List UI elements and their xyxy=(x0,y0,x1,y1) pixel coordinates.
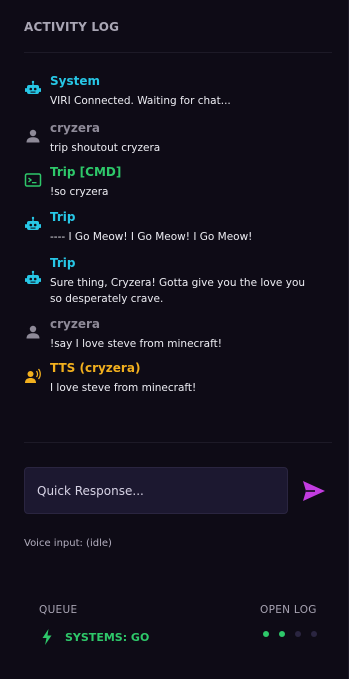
queue-label[interactable]: QUEUE xyxy=(39,604,77,616)
quick-response-input[interactable] xyxy=(24,467,288,514)
log-message: Sure thing, Cryzera! Gotta give you the … xyxy=(50,277,306,305)
log-message: VIRI Connected. Waiting for chat... xyxy=(50,95,231,107)
activity-log-panel: ACTIVITY LOG System VIRI Connected. Wait… xyxy=(0,0,349,679)
log-message: !say I love steve from minecraft! xyxy=(50,338,222,350)
log-sender: TTS (cryzera) xyxy=(50,361,141,375)
log-sender: System xyxy=(50,74,100,88)
log-sender: Trip xyxy=(50,256,76,270)
log-message: ---- I Go Meow! I Go Meow! I Go Meow! xyxy=(50,231,253,243)
user-icon xyxy=(26,325,40,339)
header-divider xyxy=(24,52,332,53)
speaker-voice-icon xyxy=(25,368,41,383)
log-sender: Trip [CMD] xyxy=(50,165,122,179)
user-icon xyxy=(26,129,40,143)
terminal-icon xyxy=(24,173,42,187)
log-message: I love steve from minecraft! xyxy=(50,382,197,394)
robot-icon xyxy=(25,270,41,284)
panel-title: ACTIVITY LOG xyxy=(24,20,120,34)
pager-dot xyxy=(295,631,301,637)
pager-dot xyxy=(279,631,285,637)
input-divider xyxy=(24,442,332,443)
log-sender: Trip xyxy=(50,210,76,224)
robot-icon xyxy=(25,80,41,94)
robot-icon xyxy=(25,216,41,230)
lightning-icon xyxy=(42,629,52,645)
pager-dot xyxy=(263,631,269,637)
open-log-button[interactable]: OPEN LOG xyxy=(260,604,317,616)
send-icon[interactable] xyxy=(302,480,326,502)
voice-input-status: Voice input: (idle) xyxy=(24,538,112,549)
log-message: trip shoutout cryzera xyxy=(50,142,161,154)
log-sender: cryzera xyxy=(50,317,100,331)
system-status: SYSTEMS: GO xyxy=(65,631,150,644)
log-sender: cryzera xyxy=(50,121,100,135)
pager-dot xyxy=(311,631,317,637)
log-message: !so cryzera xyxy=(50,186,109,198)
